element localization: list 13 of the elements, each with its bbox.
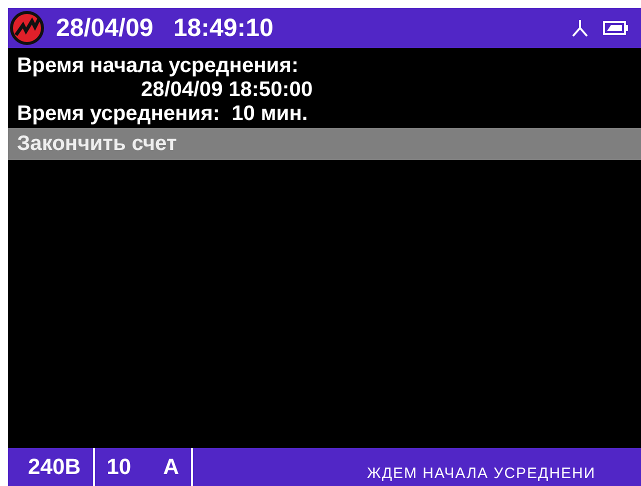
battery-icon — [603, 21, 629, 35]
voltage-value: 240В — [27, 453, 82, 481]
current-value: 10 — [106, 453, 132, 481]
time-text: 18:49:10 — [173, 14, 274, 42]
date-text: 28/04/09 — [56, 14, 154, 42]
logo-icon — [10, 11, 44, 45]
current-unit: А — [162, 453, 180, 481]
info-line: Время начала усреднения: — [16, 54, 300, 78]
status-message: ЖДЕМ НАЧАЛА УСРЕДНЕНИ — [366, 464, 596, 484]
info-line: 28/04/09 18:50:00 — [140, 78, 314, 102]
menu-item[interactable]: Закончить счет — [8, 128, 641, 160]
info-line: Время усреднения: 10 мин. — [16, 102, 309, 126]
antenna-icon — [571, 19, 589, 37]
